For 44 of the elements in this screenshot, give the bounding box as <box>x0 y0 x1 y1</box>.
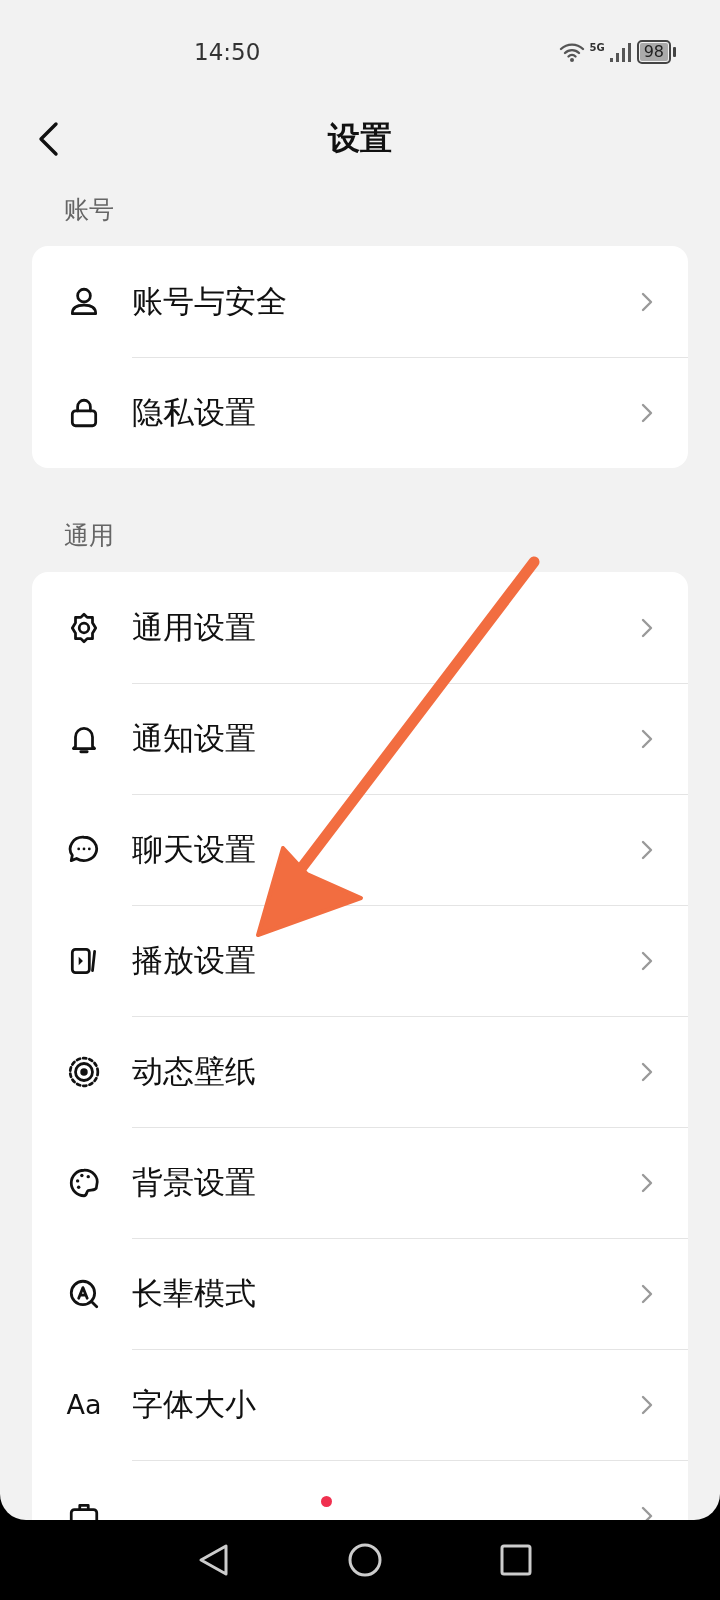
back-nav-button[interactable] <box>198 1543 231 1577</box>
chevron-right-icon <box>640 728 654 750</box>
wifi-icon <box>559 41 586 63</box>
item-label: 账号与安全 <box>132 281 287 321</box>
home-nav-button[interactable] <box>347 1542 383 1578</box>
chevron-right-icon <box>640 839 654 861</box>
settings-item[interactable]: 背景设置 <box>32 1127 688 1238</box>
item-label: 聊天设置 <box>132 830 256 869</box>
settings-item[interactable]: Aa 字体大小 <box>32 1349 688 1460</box>
chevron-right-icon <box>640 1394 654 1416</box>
clock-time: 14:50 <box>194 39 262 65</box>
section-title: 通用 <box>63 520 115 552</box>
font-size-icon: Aa <box>66 1389 102 1420</box>
chevron-right-icon <box>640 950 654 972</box>
chevron-right-icon <box>640 290 654 313</box>
chevron-right-icon <box>640 1172 654 1194</box>
settings-item[interactable]: 通用设置 <box>32 572 688 683</box>
item-label: 通知设置 <box>132 719 256 758</box>
item-label: 通用设置 <box>132 607 256 647</box>
item-label: 播放设置 <box>132 941 256 980</box>
triangle-icon <box>198 1543 231 1577</box>
chevron-right-icon <box>640 616 654 639</box>
chevron-right-icon <box>640 1283 654 1305</box>
settings-item[interactable]: 通知设置 <box>32 683 688 794</box>
item-label: 隐私设置 <box>132 393 256 432</box>
settings-item[interactable]: 账号与安全 <box>32 246 688 357</box>
battery-indicator: 98 <box>636 40 676 64</box>
item-label: 动态壁纸 <box>132 1052 256 1091</box>
settings-item[interactable]: 隐私设置 <box>32 357 688 468</box>
network-type: 5G <box>589 42 605 53</box>
settings-item[interactable]: 动态壁纸 <box>32 1016 688 1127</box>
item-label: 字体大小 <box>132 1385 256 1424</box>
settings-item[interactable]: 长辈模式 <box>32 1238 688 1349</box>
item-label: 长辈模式 <box>132 1274 256 1313</box>
circle-icon <box>347 1542 383 1578</box>
section-title: 账号 <box>63 194 115 226</box>
chevron-right-icon <box>640 1061 654 1083</box>
chevron-right-icon <box>640 402 654 424</box>
recents-nav-button[interactable] <box>499 1544 532 1576</box>
square-icon <box>499 1544 532 1576</box>
signal-icon <box>608 41 633 63</box>
dotted-ring-icon <box>67 1054 101 1089</box>
page-title: 设置 <box>328 118 392 159</box>
item-label: 背景设置 <box>132 1163 256 1202</box>
